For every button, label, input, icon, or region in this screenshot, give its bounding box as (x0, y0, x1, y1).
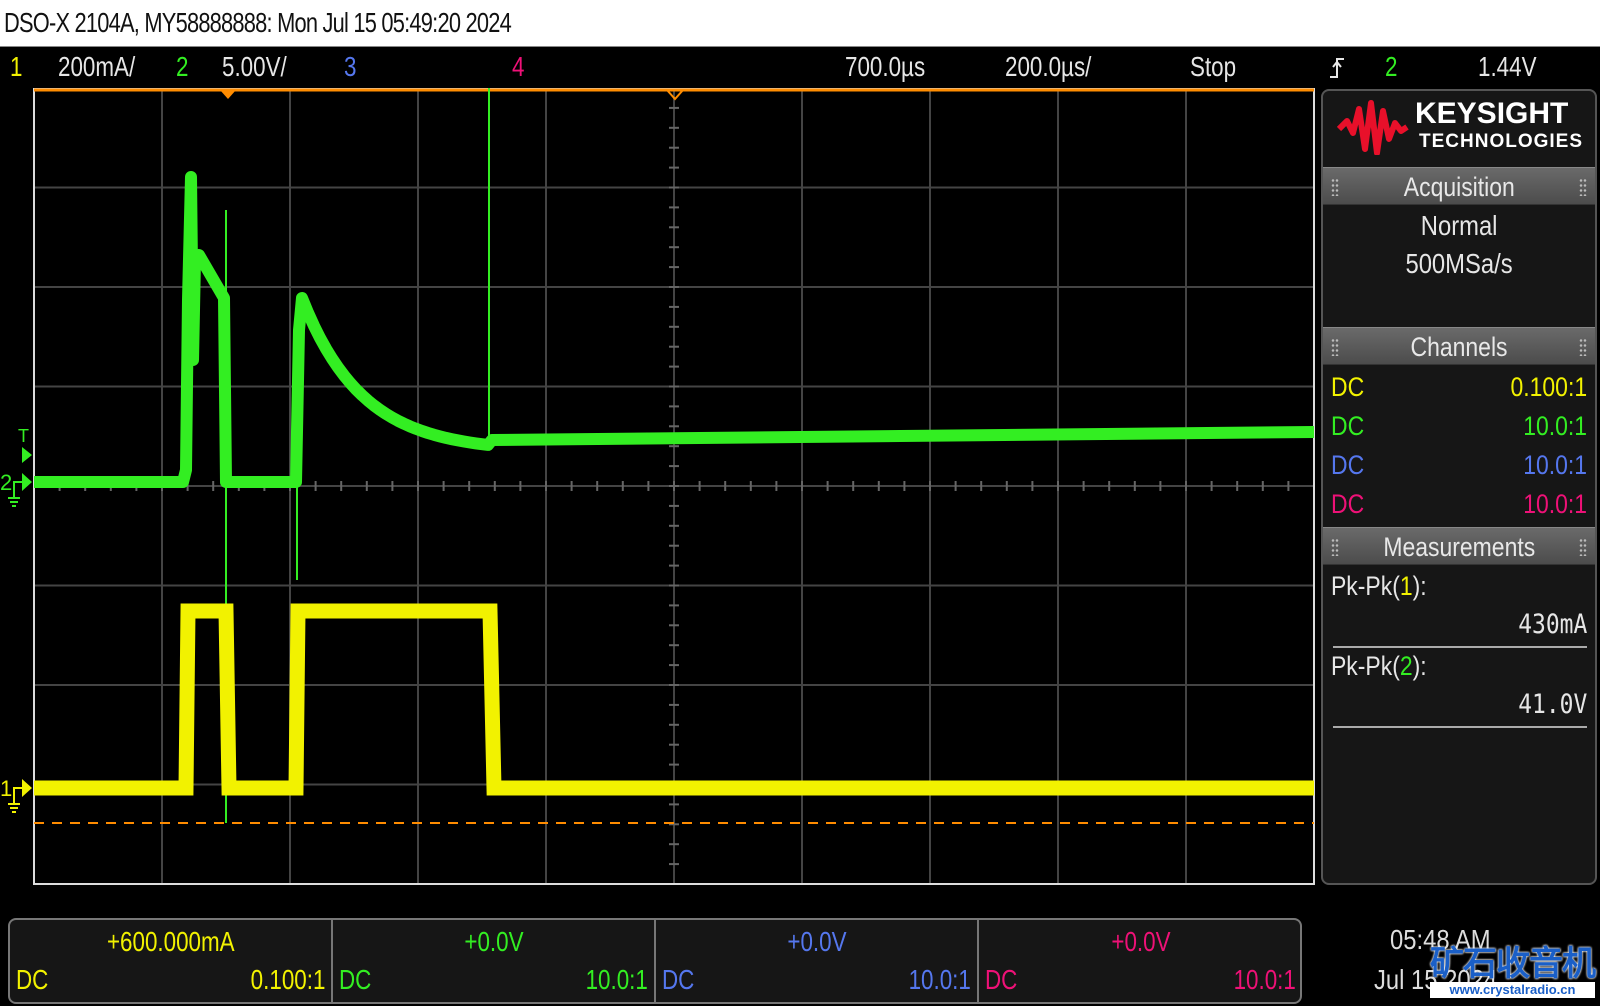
logo-brand: KEYSIGHT (1415, 97, 1569, 130)
trigger-source[interactable]: 2 (1385, 47, 1397, 87)
channel-info-bar: +600.000mA DC 0.100:1 +0.0V DC 10.0:1 +0.0V D… (8, 918, 1302, 1004)
ch3-label[interactable]: 3 (344, 47, 356, 87)
ch1-label[interactable]: 1 (10, 47, 22, 87)
time-delay[interactable]: 700.0µs (845, 47, 925, 87)
keysight-wave-icon (1337, 100, 1409, 155)
channel-1-ground-marker-label: 1 (0, 776, 12, 801)
run-state[interactable]: Stop (1190, 47, 1236, 87)
ch1-scale[interactable]: 200mA/ (58, 47, 135, 87)
watermark-text: 矿石收音机 (1430, 945, 1596, 983)
trigger-position-marker-icon (220, 90, 236, 99)
channel-4-info[interactable]: +0.0V DC 10.0:1 (979, 920, 1302, 1002)
divider (1333, 726, 1587, 728)
channels-title: Channels (1410, 332, 1508, 362)
channel-2-ground-marker-label: 2 (0, 470, 12, 495)
channel-2-info[interactable]: +0.0V DC 10.0:1 (333, 920, 656, 1002)
channel-1-ground-marker-icon (22, 779, 32, 797)
channel-3-info[interactable]: +0.0V DC 10.0:1 (656, 920, 979, 1002)
channel-1-info[interactable]: +600.000mA DC 0.100:1 (10, 920, 333, 1002)
window-title: DSO-X 2104A, MY58888888: Mon Jul 15 05:4… (4, 7, 512, 38)
ch2-label[interactable]: 2 (176, 47, 188, 87)
window-title-bar: DSO-X 2104A, MY58888888: Mon Jul 15 05:4… (0, 0, 1600, 46)
acquisition-rate: 500MSa/s (1405, 248, 1513, 279)
measurements-title: Measurements (1383, 532, 1535, 562)
ch4-label[interactable]: 4 (512, 47, 524, 87)
logo-sub: TECHNOLOGIES (1419, 131, 1584, 152)
side-panel: KEYSIGHT TECHNOLOGIES Acquisition Normal… (1321, 89, 1597, 885)
ch2-scale[interactable]: 5.00V/ (222, 47, 287, 87)
trigger-rising-edge-icon (1330, 58, 1344, 78)
measurements-header[interactable]: Measurements (1323, 527, 1595, 565)
channels-header[interactable]: Channels (1323, 327, 1595, 365)
trigger-level-marker-icon (22, 447, 32, 463)
time-scale[interactable]: 200.0µs/ (1005, 47, 1091, 87)
acquisition-header[interactable]: Acquisition (1323, 167, 1595, 205)
acquisition-mode: Normal (1420, 210, 1498, 241)
waveform-display[interactable]: T 2 1 (0, 88, 1320, 888)
keysight-logo: KEYSIGHT TECHNOLOGIES (1323, 91, 1595, 167)
status-header: 1 200mA/ 2 5.00V/ 3 4 700.0µs 200.0µs/ S… (0, 46, 1600, 88)
watermark: 矿石收音机 www.crystalradio.cn (1430, 945, 1596, 1004)
trigger-level-label: T (18, 426, 29, 446)
watermark-url: www.crystalradio.cn (1430, 982, 1595, 998)
acquisition-title: Acquisition (1403, 172, 1515, 202)
channel-2-ground-marker-icon (22, 473, 32, 491)
trigger-level[interactable]: 1.44V (1478, 47, 1537, 87)
